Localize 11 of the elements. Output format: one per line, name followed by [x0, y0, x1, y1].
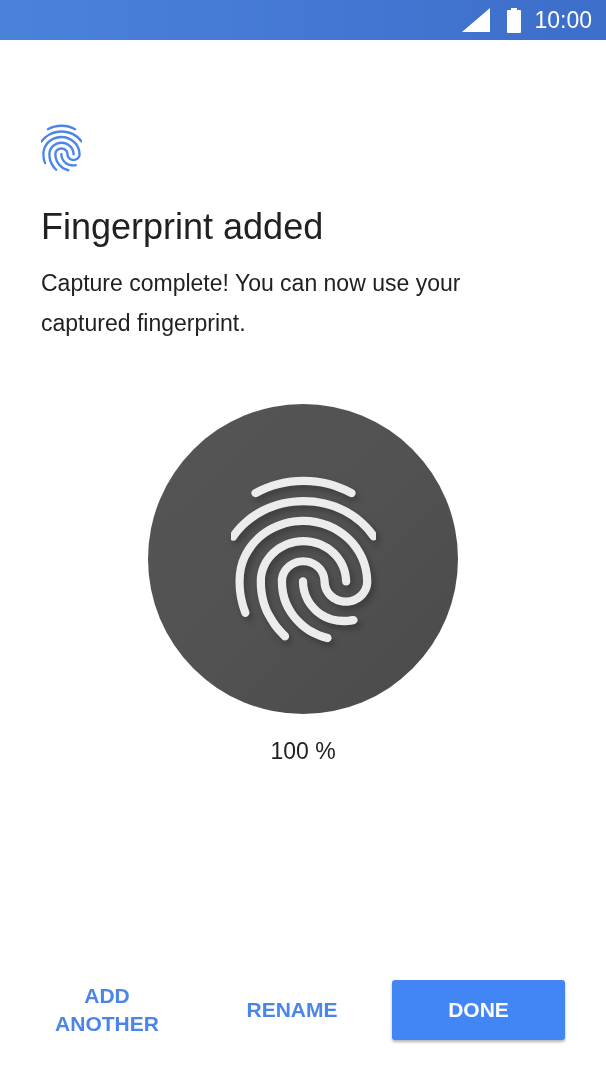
fingerprint-icon	[41, 124, 82, 172]
fingerprint-icon	[230, 475, 376, 643]
battery-icon	[507, 7, 522, 33]
message-text: Capture complete! You can now use your captured fingerprint.	[41, 269, 462, 338]
rename-button[interactable]: RENAME	[230, 980, 354, 1040]
signal-icon	[462, 8, 491, 32]
add-another-button[interactable]: ADD ANOTHER	[32, 980, 182, 1040]
done-button[interactable]: DONE	[392, 980, 565, 1040]
page-title: Fingerprint added	[41, 205, 325, 248]
progress-reading: 100 %	[270, 737, 336, 766]
clock-time: 10:00	[534, 8, 592, 32]
